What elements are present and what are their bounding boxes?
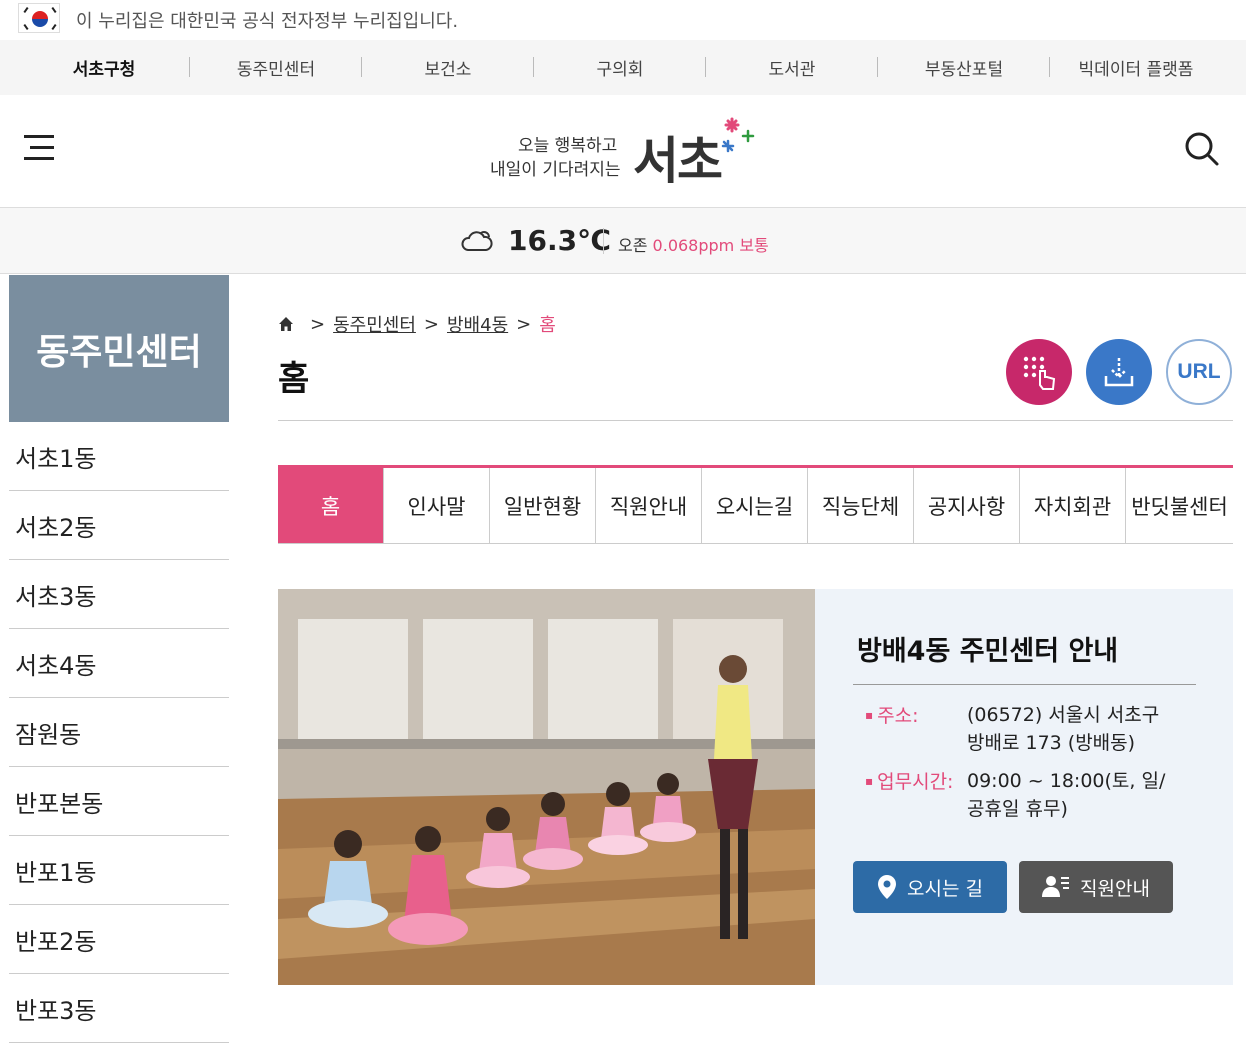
center-info-divider	[853, 684, 1196, 685]
breadcrumb-item-community-center[interactable]: 동주민센터	[333, 311, 416, 337]
weather-divider	[603, 228, 604, 254]
home-icon[interactable]	[278, 316, 294, 332]
site-nav-item-council[interactable]: 구의회	[534, 40, 706, 95]
download-icon	[1104, 358, 1134, 387]
address-label: 주소:	[865, 701, 918, 728]
search-icon[interactable]	[1184, 131, 1220, 167]
tab-notices[interactable]: 공지사항	[914, 468, 1020, 543]
breadcrumb-item-bangbae4[interactable]: 방배4동	[447, 311, 508, 337]
left-nav-item-seocho1[interactable]: 서초1동	[9, 422, 229, 491]
title-divider	[278, 420, 1233, 421]
ozone-value: 0.068ppm 보통	[652, 236, 769, 255]
tab-greeting[interactable]: 인사말	[384, 468, 490, 543]
gov-notice-text: 이 누리집은 대한민국 공식 전자정부 누리집입니다.	[76, 11, 459, 32]
download-button[interactable]	[1086, 339, 1152, 405]
touch-screen-button[interactable]	[1006, 339, 1072, 405]
tab-staff[interactable]: 직원안내	[596, 468, 702, 543]
tab-firefly-center[interactable]: 반딧불센터	[1126, 468, 1233, 543]
ozone-info: 오존 0.068ppm 보통	[618, 232, 769, 256]
breadcrumb-current: 홈	[539, 315, 556, 336]
center-photo	[278, 589, 815, 985]
content-tabs: 홈 인사말 일반현황 직원안내 오시는길 직능단체 공지사항 자치회관 반딧불센…	[278, 465, 1233, 544]
cloud-sun-icon	[461, 231, 493, 251]
tab-directions[interactable]: 오시는길	[702, 468, 808, 543]
touch-keypad-icon	[1023, 356, 1056, 390]
location-pin-icon	[878, 875, 897, 899]
left-nav-item-seocho3[interactable]: 서초3동	[9, 560, 229, 629]
page-title: 홈	[278, 359, 310, 399]
address-value: (06572) 서울시 서초구 방배로 173 (방배동)	[967, 704, 1160, 754]
center-info-heading: 방배4동 주민센터 안내	[857, 636, 1119, 667]
logo-tagline-1: 오늘 행복하고	[518, 136, 618, 156]
temperature: 16.3℃	[508, 224, 611, 257]
logo-name: 서초	[633, 132, 723, 190]
left-nav-item-banpo2[interactable]: 반포2동	[9, 905, 229, 974]
tab-organizations[interactable]: 직능단체	[808, 468, 914, 543]
breadcrumb: > 동주민센터 > 방배4동 > 홈	[278, 311, 556, 337]
left-nav-item-banpo1[interactable]: 반포1동	[9, 836, 229, 905]
staff-person-icon	[1042, 876, 1070, 897]
site-nav-item-seocho-office[interactable]: 서초구청	[18, 40, 190, 95]
gov-notice-bar: 이 누리집은 대한민국 공식 전자정부 누리집입니다.	[0, 0, 1246, 40]
header: 오늘 행복하고 내일이 기다려지는 서초	[0, 95, 1246, 208]
logo-stars-icon	[721, 117, 755, 153]
breadcrumb-separator: >	[423, 313, 439, 335]
site-nav-item-community-center[interactable]: 동주민센터	[190, 40, 362, 95]
tab-autonomy-hall[interactable]: 자치회관	[1020, 468, 1126, 543]
menu-hamburger-icon[interactable]	[24, 133, 56, 161]
center-info-card: 방배4동 주민센터 안내 주소: (06572) 서울시 서초구 방배로 173…	[278, 589, 1233, 985]
site-nav-item-library[interactable]: 도서관	[706, 40, 878, 95]
tab-home[interactable]: 홈	[278, 468, 384, 543]
left-nav: 동주민센터 서초1동 서초2동 서초3동 서초4동 잠원동 반포본동 반포1동 …	[9, 275, 229, 1043]
left-nav-item-banpo-main[interactable]: 반포본동	[9, 767, 229, 836]
ballet-class-illustration	[278, 589, 815, 985]
left-nav-item-jamwon[interactable]: 잠원동	[9, 698, 229, 767]
url-copy-button[interactable]: URL	[1166, 339, 1232, 405]
korea-flag-icon	[18, 3, 60, 33]
site-nav-item-real-estate[interactable]: 부동산포털	[878, 40, 1050, 95]
breadcrumb-separator: >	[516, 313, 532, 335]
directions-button[interactable]: 오시는 길	[853, 861, 1007, 913]
center-info-buttons: 오시는 길 직원안내	[853, 861, 1173, 913]
tab-general-status[interactable]: 일반현황	[490, 468, 596, 543]
left-nav-item-seocho4[interactable]: 서초4동	[9, 629, 229, 698]
ozone-label: 오존	[618, 236, 648, 255]
left-nav-item-banpo3[interactable]: 반포3동	[9, 974, 229, 1043]
weather-bar: 16.3℃ 오존 0.068ppm 보통	[0, 208, 1246, 274]
logo-tagline-2: 내일이 기다려지는	[490, 160, 621, 180]
left-nav-title: 동주민센터	[9, 275, 229, 422]
staff-button[interactable]: 직원안내	[1019, 861, 1173, 913]
site-nav-item-health-center[interactable]: 보건소	[362, 40, 534, 95]
left-nav-item-seocho2[interactable]: 서초2동	[9, 491, 229, 560]
hours-label: 업무시간:	[865, 767, 953, 794]
site-nav-item-big-data[interactable]: 빅데이터 플랫폼	[1050, 40, 1222, 95]
directions-button-label: 오시는 길	[907, 877, 983, 900]
hours-value: 09:00 ~ 18:00(토, 일/공휴일 휴무)	[967, 770, 1166, 820]
site-nav: 서초구청 동주민센터 보건소 구의회 도서관 부동산포털 빅데이터 플랫폼	[0, 40, 1246, 95]
site-logo[interactable]: 오늘 행복하고 내일이 기다려지는 서초	[488, 117, 758, 190]
page-tools: URL	[1006, 339, 1232, 405]
breadcrumb-separator: >	[310, 313, 326, 335]
staff-button-label: 직원안내	[1080, 877, 1150, 900]
